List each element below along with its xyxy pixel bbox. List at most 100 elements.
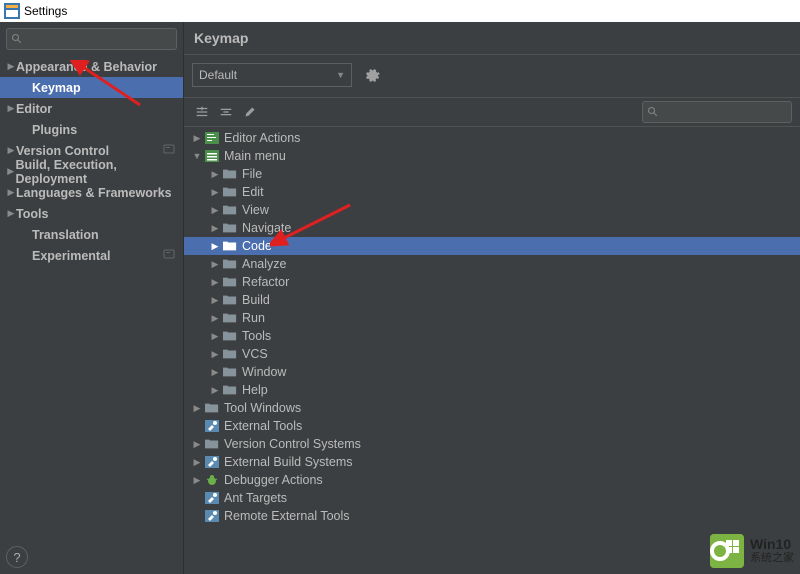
collapse-all-icon[interactable] xyxy=(216,102,236,122)
sidebar-item-label: Translation xyxy=(32,228,99,242)
tree-item-label: Window xyxy=(242,365,286,379)
tree-item-label: View xyxy=(242,203,269,217)
sidebar-item-label: Experimental xyxy=(32,249,111,263)
watermark: Win10 系统之家 xyxy=(710,534,794,568)
tree-item-label: Tool Windows xyxy=(224,401,301,415)
sidebar-item-label: Tools xyxy=(16,207,48,221)
sidebar-item-label: Version Control xyxy=(16,144,109,158)
keymap-scheme-combo[interactable]: Default ▼ xyxy=(192,63,352,87)
folder-icon xyxy=(223,276,242,288)
watermark-text: Win10 系统之家 xyxy=(750,537,794,565)
tree-item-debugger-actions[interactable]: ▶Debugger Actions xyxy=(184,471,800,489)
sidebar-item-label: Plugins xyxy=(32,123,77,137)
help-button[interactable]: ? xyxy=(6,546,28,568)
tree-item-label: Editor Actions xyxy=(224,131,300,145)
window-title-bar: Settings xyxy=(0,0,800,22)
tree-item-main-menu[interactable]: ▼Main menu xyxy=(184,147,800,165)
chevron-right-icon: ▶ xyxy=(210,259,220,270)
watermark-line2: 系统之家 xyxy=(750,551,794,565)
chevron-right-icon: ▶ xyxy=(192,133,202,144)
expand-arrow-icon: ▶ xyxy=(6,61,16,72)
tree-item-analyze[interactable]: ▶ Analyze xyxy=(184,255,800,273)
tree-item-window[interactable]: ▶ Window xyxy=(184,363,800,381)
expand-arrow-icon: ▶ xyxy=(6,166,16,177)
tree-item-label: Refactor xyxy=(242,275,289,289)
project-scope-icon xyxy=(163,248,175,263)
chevron-right-icon: ▶ xyxy=(210,277,220,288)
tree-item-label: Main menu xyxy=(224,149,286,163)
folder-icon xyxy=(223,222,242,234)
chevron-down-icon: ▼ xyxy=(336,70,345,80)
tree-item-run[interactable]: ▶Run xyxy=(184,309,800,327)
folder-icon xyxy=(223,366,242,378)
tree-item-label: Tools xyxy=(242,329,271,343)
chevron-right-icon: ▶ xyxy=(192,403,202,414)
chevron-right-icon: ▶ xyxy=(210,331,220,342)
tree-item-vcs[interactable]: ▶VCS xyxy=(184,345,800,363)
tree-item-tools[interactable]: ▶ Tools xyxy=(184,327,800,345)
tree-item-external-tools[interactable]: External Tools xyxy=(184,417,800,435)
help-label: ? xyxy=(13,550,20,565)
tree-item-tool-windows[interactable]: ▶ Tool Windows xyxy=(184,399,800,417)
tree-search-input[interactable] xyxy=(642,101,792,123)
folder-icon xyxy=(223,186,242,198)
sidebar-item-tools[interactable]: ▶Tools xyxy=(0,203,183,224)
sidebar-item-experimental[interactable]: Experimental xyxy=(0,245,183,266)
chevron-right-icon: ▶ xyxy=(210,205,220,216)
chevron-right-icon: ▶ xyxy=(210,385,220,396)
tree-item-help[interactable]: ▶ Help xyxy=(184,381,800,399)
sidebar-item-translation[interactable]: Translation xyxy=(0,224,183,245)
watermark-line1: Win10 xyxy=(750,537,794,551)
chevron-right-icon: ▶ xyxy=(210,367,220,378)
gear-icon[interactable] xyxy=(364,67,380,83)
expand-arrow-icon: ▶ xyxy=(6,145,16,156)
tree-item-file[interactable]: ▶File xyxy=(184,165,800,183)
expand-all-icon[interactable] xyxy=(192,102,212,122)
app-icon xyxy=(4,3,20,19)
tree-item-editor-actions[interactable]: ▶ Editor Actions xyxy=(184,129,800,147)
expand-arrow-icon: ▶ xyxy=(6,187,16,198)
tree-item-ant-targets[interactable]: Ant Targets xyxy=(184,489,800,507)
tree-item-version-control-systems[interactable]: ▶Version Control Systems xyxy=(184,435,800,453)
bug-icon xyxy=(205,474,224,486)
annotation-arrow xyxy=(270,200,360,250)
tree-item-label: Ant Targets xyxy=(224,491,287,505)
tree-item-label: Build xyxy=(242,293,270,307)
tree-item-label: External Build Systems xyxy=(224,455,353,469)
combo-value: Default xyxy=(199,68,237,82)
project-scope-icon xyxy=(163,143,175,158)
chevron-right-icon: ▶ xyxy=(210,241,220,252)
menu-icon xyxy=(205,150,224,162)
folder-icon xyxy=(223,330,242,342)
tree-item-label: Help xyxy=(242,383,268,397)
sidebar-search-input[interactable] xyxy=(6,28,177,50)
tree-item-edit[interactable]: ▶Edit xyxy=(184,183,800,201)
tree-item-remote-external-tools[interactable]: Remote External Tools xyxy=(184,507,800,525)
tree-item-build[interactable]: ▶ Build xyxy=(184,291,800,309)
sidebar-item-build-execution-deployment[interactable]: ▶Build, Execution, Deployment xyxy=(0,161,183,182)
tree-item-label: Code xyxy=(242,239,272,253)
edit-icon[interactable] xyxy=(240,102,260,122)
sidebar-item-label: Editor xyxy=(16,102,52,116)
expand-arrow-icon: ▶ xyxy=(6,208,16,219)
folder-icon xyxy=(223,258,242,270)
sidebar-item-label: Languages & Frameworks xyxy=(16,186,172,200)
tree-item-label: Version Control Systems xyxy=(224,437,361,451)
content-panel: Keymap Default ▼ ▶Editor Actions▼Main me… xyxy=(184,22,800,574)
tree-item-refactor[interactable]: ▶ Refactor xyxy=(184,273,800,291)
tree-item-label: File xyxy=(242,167,262,181)
sidebar-item-languages-frameworks[interactable]: ▶Languages & Frameworks xyxy=(0,182,183,203)
folder-icon xyxy=(205,402,224,414)
page-title: Keymap xyxy=(184,22,800,54)
tree-toolbar xyxy=(184,97,800,127)
divider xyxy=(184,54,800,55)
tree-item-label: Analyze xyxy=(242,257,286,271)
chevron-right-icon: ▶ xyxy=(210,295,220,306)
folder-icon xyxy=(223,240,242,252)
search-icon xyxy=(11,33,23,45)
tools-icon xyxy=(205,492,224,504)
folder-icon xyxy=(205,438,224,450)
sidebar-item-plugins[interactable]: Plugins xyxy=(0,119,183,140)
tree-item-external-build-systems[interactable]: ▶External Build Systems xyxy=(184,453,800,471)
scheme-toolbar: Default ▼ xyxy=(184,63,800,97)
